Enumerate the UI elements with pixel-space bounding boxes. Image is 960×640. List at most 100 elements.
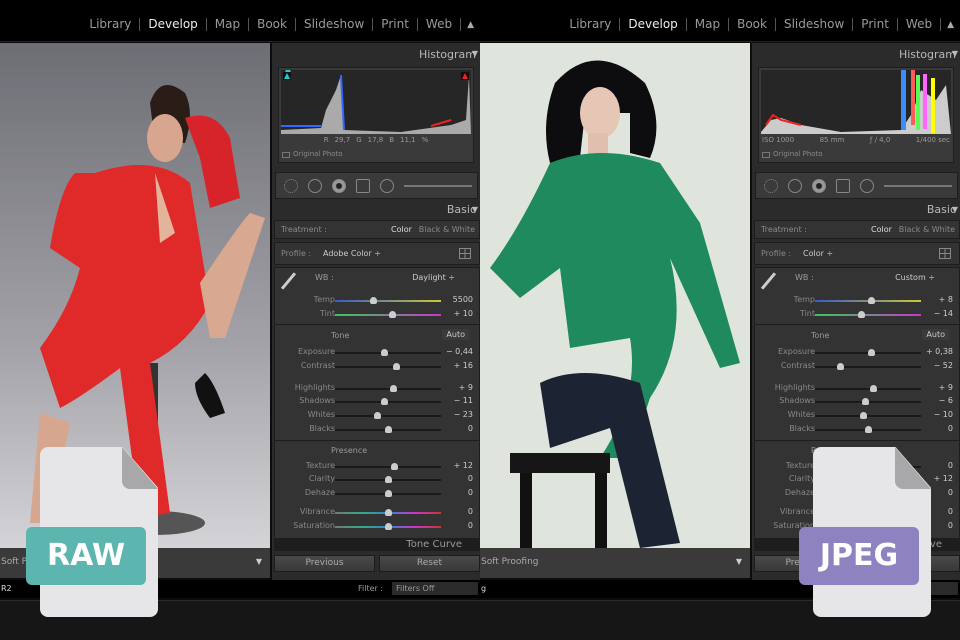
slider-value[interactable]: 0	[468, 424, 473, 433]
slider-track[interactable]	[335, 297, 441, 304]
slider-value[interactable]: 0	[948, 424, 953, 433]
slider-track[interactable]	[335, 398, 441, 405]
brush-slider[interactable]	[404, 185, 472, 187]
auto-button[interactable]: Auto	[922, 329, 949, 340]
slider-value[interactable]: + 16	[454, 361, 473, 370]
slider-value[interactable]: − 23	[454, 410, 473, 419]
eyedropper-icon[interactable]	[280, 272, 297, 290]
reset-button[interactable]: Reset	[379, 555, 480, 572]
slider-track[interactable]	[815, 412, 921, 419]
slider-value[interactable]: + 12	[934, 474, 953, 483]
filter-dropdown[interactable]: Filters Off	[392, 582, 478, 595]
histogram-header[interactable]: Histogram	[419, 48, 476, 61]
slider-value[interactable]: 0	[468, 507, 473, 516]
slider-thumb[interactable]	[385, 476, 392, 483]
nav-slideshow[interactable]: Slideshow	[296, 18, 374, 31]
slider-thumb[interactable]	[389, 311, 397, 318]
previous-button[interactable]: Previous	[274, 555, 375, 572]
collapse-triangle-icon[interactable]: ▼	[472, 205, 478, 214]
red-eye-icon[interactable]	[332, 179, 346, 193]
slider-thumb[interactable]	[861, 398, 869, 405]
slider-track[interactable]	[815, 426, 921, 433]
slider-thumb[interactable]	[390, 385, 398, 392]
slider-thumb[interactable]	[859, 412, 867, 419]
auto-button[interactable]: Auto	[442, 329, 469, 340]
slider-track[interactable]	[335, 426, 441, 433]
wb-dropdown[interactable]: Daylight ÷	[412, 273, 455, 282]
dropdown-triangle-icon[interactable]: ▼	[736, 557, 742, 566]
nav-web[interactable]: Web	[898, 18, 942, 31]
red-eye-icon[interactable]	[812, 179, 826, 193]
profile-browser-icon[interactable]	[459, 248, 471, 259]
slider-thumb[interactable]	[868, 297, 876, 304]
profile-dropdown[interactable]: Adobe Color ÷	[323, 249, 381, 258]
slider-value[interactable]: + 8	[939, 295, 953, 304]
slider-thumb[interactable]	[870, 385, 878, 392]
slider-track[interactable]	[815, 385, 921, 392]
slider-track[interactable]	[335, 385, 441, 392]
graduated-filter-icon[interactable]	[836, 179, 850, 193]
radial-filter-icon[interactable]	[380, 179, 394, 193]
slider-track[interactable]	[335, 412, 441, 419]
slider-thumb[interactable]	[370, 297, 378, 304]
nav-book[interactable]: Book	[729, 18, 776, 31]
slider-value[interactable]: − 0,44	[446, 347, 473, 356]
spot-removal-icon[interactable]	[308, 179, 322, 193]
collapse-triangle-icon[interactable]: ▼	[952, 49, 958, 58]
slider-track[interactable]	[815, 349, 921, 356]
soft-proofing-label[interactable]: Soft Proofing	[481, 557, 539, 567]
nav-map[interactable]: Map	[687, 18, 730, 31]
collapse-triangle-icon[interactable]: ▼	[952, 205, 958, 214]
slider-thumb[interactable]	[837, 363, 845, 370]
slider-value[interactable]: + 9	[459, 383, 473, 392]
nav-develop[interactable]: Develop	[140, 18, 207, 31]
slider-track[interactable]	[335, 476, 441, 483]
slider-value[interactable]: − 11	[454, 396, 473, 405]
treatment-color[interactable]: Color	[391, 225, 412, 234]
slider-value[interactable]: 0	[468, 521, 473, 530]
eyedropper-icon[interactable]	[760, 272, 777, 290]
slider-thumb[interactable]	[380, 349, 388, 356]
brush-slider[interactable]	[884, 185, 952, 187]
slider-thumb[interactable]	[385, 426, 392, 433]
slider-thumb[interactable]	[393, 363, 401, 370]
more-icon[interactable]: ▲	[461, 20, 474, 30]
slider-track[interactable]	[335, 523, 441, 530]
spot-removal-icon[interactable]	[788, 179, 802, 193]
slider-value[interactable]: 0	[948, 461, 953, 470]
slider-value[interactable]: 5500	[453, 295, 473, 304]
nav-print[interactable]: Print	[373, 18, 418, 31]
slider-track[interactable]	[335, 509, 441, 516]
slider-track[interactable]	[335, 463, 441, 470]
slider-thumb[interactable]	[857, 311, 865, 318]
slider-value[interactable]: 0	[468, 474, 473, 483]
slider-track[interactable]	[815, 311, 921, 318]
crop-icon[interactable]	[284, 179, 298, 193]
slider-value[interactable]: − 10	[934, 410, 953, 419]
nav-library[interactable]: Library	[81, 18, 141, 31]
slider-thumb[interactable]	[391, 463, 399, 470]
nav-print[interactable]: Print	[853, 18, 898, 31]
treatment-color[interactable]: Color	[871, 225, 892, 234]
slider-thumb[interactable]	[865, 426, 872, 433]
slider-thumb[interactable]	[380, 398, 388, 405]
slider-track[interactable]	[815, 363, 921, 370]
checkbox-icon[interactable]	[762, 152, 770, 158]
slider-value[interactable]: + 0,38	[926, 347, 953, 356]
histogram-header[interactable]: Histogram	[899, 48, 956, 61]
nav-slideshow[interactable]: Slideshow	[776, 18, 854, 31]
nav-map[interactable]: Map	[207, 18, 250, 31]
treatment-bw[interactable]: Black & White	[419, 225, 475, 234]
slider-thumb[interactable]	[385, 523, 392, 530]
tone-curve-header[interactable]: Tone Curve	[274, 539, 480, 551]
checkbox-icon[interactable]	[282, 152, 290, 158]
nav-library[interactable]: Library	[561, 18, 621, 31]
slider-value[interactable]: − 6	[939, 396, 953, 405]
slider-track[interactable]	[815, 398, 921, 405]
nav-web[interactable]: Web	[418, 18, 462, 31]
slider-value[interactable]: 0	[468, 488, 473, 497]
slider-track[interactable]	[815, 297, 921, 304]
treatment-bw[interactable]: Black & White	[899, 225, 955, 234]
dropdown-triangle-icon[interactable]: ▼	[256, 557, 262, 566]
slider-value[interactable]: 0	[948, 521, 953, 530]
